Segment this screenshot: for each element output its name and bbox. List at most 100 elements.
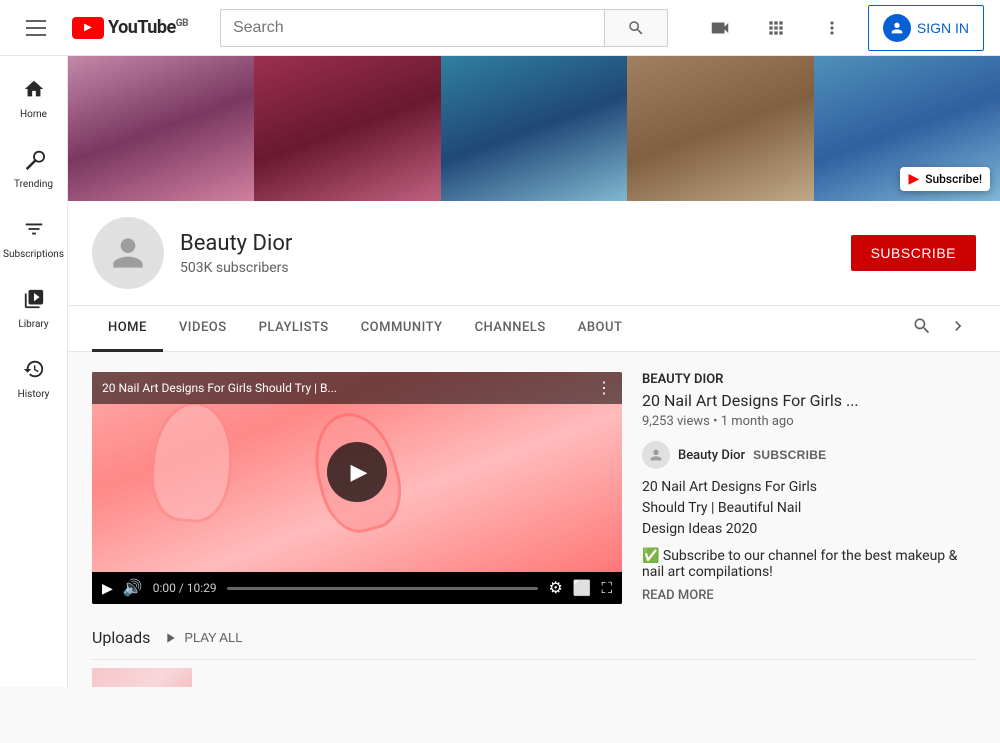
chevron-right-icon bbox=[948, 316, 968, 336]
video-title-overlay: 20 Nail Art Designs For Girls Should Try… bbox=[102, 381, 337, 395]
upload-thumbnail bbox=[92, 668, 192, 687]
search-form bbox=[220, 9, 668, 47]
video-meta: 9,253 views • 1 month ago bbox=[642, 414, 976, 429]
main-content: ▶ Subscribe! Beauty Dior 503K subscriber… bbox=[68, 56, 1000, 687]
nav-chevron-button[interactable] bbox=[940, 308, 976, 349]
play-triangle-icon: ▶ bbox=[351, 460, 368, 485]
sidebar: Home Trending Subscriptions Library Hist… bbox=[0, 56, 68, 687]
trending-icon bbox=[23, 148, 45, 175]
video-views: 9,253 views bbox=[642, 414, 710, 429]
tab-about[interactable]: ABOUT bbox=[562, 306, 639, 352]
featured-section: 20 Nail Art Designs For Girls Should Try… bbox=[92, 372, 976, 604]
content-area: 20 Nail Art Designs For Girls Should Try… bbox=[68, 352, 1000, 687]
library-icon bbox=[23, 288, 45, 315]
volume-button[interactable]: 🔊 bbox=[123, 578, 143, 598]
sidebar-item-home[interactable]: Home bbox=[0, 64, 67, 134]
video-channel-row: Beauty Dior SUBSCRIBE bbox=[642, 441, 976, 469]
video-subscribe-text: ✅ Subscribe to our channel for the best … bbox=[642, 548, 976, 580]
home-icon bbox=[23, 78, 45, 105]
header: YouTubeGB bbox=[0, 0, 1000, 56]
youtube-logo[interactable]: YouTubeGB bbox=[72, 17, 188, 39]
channel-banner: ▶ Subscribe! bbox=[68, 56, 1000, 201]
more-vert-icon bbox=[822, 18, 842, 38]
home-label: Home bbox=[20, 109, 47, 120]
video-more-button[interactable]: ⋮ bbox=[596, 378, 612, 398]
channel-info: Beauty Dior 503K subscribers SUBSCRIBE bbox=[68, 201, 1000, 306]
hamburger-menu[interactable] bbox=[16, 8, 56, 48]
yt-popup-icon: ▶ bbox=[908, 171, 919, 187]
read-more-link[interactable]: READ MORE bbox=[642, 588, 976, 603]
video-info-title[interactable]: 20 Nail Art Designs For Girls ... bbox=[642, 391, 976, 410]
sidebar-item-trending[interactable]: Trending bbox=[0, 134, 67, 204]
upload-item: The Most Beautiful Lipstick Shades and ⋮ bbox=[92, 659, 976, 687]
sign-in-avatar-icon bbox=[883, 14, 911, 42]
time-display: 0:00 / 10:29 bbox=[153, 581, 217, 595]
video-camera-icon bbox=[709, 17, 731, 39]
subscribe-popup[interactable]: ▶ Subscribe! bbox=[900, 167, 990, 191]
sidebar-item-library[interactable]: Library bbox=[0, 274, 67, 344]
youtube-logo-text: YouTubeGB bbox=[108, 17, 188, 38]
video-controls: ▶ 🔊 0:00 / 10:29 ⚙ ⬜ ⛶ bbox=[92, 572, 622, 604]
banner-segment-1 bbox=[68, 56, 254, 201]
hamburger-icon bbox=[26, 20, 46, 36]
header-left: YouTubeGB bbox=[16, 8, 188, 48]
header-right: SIGN IN bbox=[700, 5, 984, 51]
avatar-person-icon bbox=[106, 231, 150, 275]
tab-community[interactable]: COMMUNITY bbox=[345, 306, 459, 352]
video-description: 20 Nail Art Designs For Girls Should Try… bbox=[642, 477, 976, 540]
channel-subscribers: 503K subscribers bbox=[180, 260, 851, 276]
subscriptions-icon bbox=[23, 218, 45, 245]
uploads-header: Uploads PLAY ALL bbox=[92, 628, 976, 647]
tab-channels[interactable]: CHANNELS bbox=[459, 306, 562, 352]
grid-icon bbox=[766, 18, 786, 38]
sign-in-label: SIGN IN bbox=[917, 20, 969, 36]
sidebar-item-history[interactable]: History bbox=[0, 344, 67, 414]
search-icon bbox=[627, 19, 645, 37]
progress-bar[interactable] bbox=[227, 587, 539, 590]
upload-more-button[interactable]: ⋮ bbox=[950, 682, 976, 688]
banner-segment-3 bbox=[441, 56, 627, 201]
play-all-button[interactable]: PLAY ALL bbox=[162, 630, 242, 646]
sign-in-button[interactable]: SIGN IN bbox=[868, 5, 984, 51]
channel-nav: HOME VIDEOS PLAYLISTS COMMUNITY CHANNELS… bbox=[68, 306, 1000, 352]
video-channel-link[interactable]: Beauty Dior bbox=[678, 448, 745, 463]
uploads-section: Uploads PLAY ALL The Most Beautiful Lips… bbox=[92, 628, 976, 687]
apps-button[interactable] bbox=[756, 8, 796, 48]
fullscreen-button[interactable]: ⛶ bbox=[601, 580, 612, 597]
video-section-header: BEAUTY DIOR bbox=[642, 372, 976, 387]
sidebar-item-subscriptions[interactable]: Subscriptions bbox=[0, 204, 67, 274]
create-video-button[interactable] bbox=[700, 8, 740, 48]
play-all-icon bbox=[162, 630, 178, 646]
video-uploaded: 1 month ago bbox=[721, 414, 794, 429]
channel-search-button[interactable] bbox=[904, 308, 940, 349]
uploads-title: Uploads bbox=[92, 628, 150, 647]
search-button[interactable] bbox=[604, 9, 668, 47]
banner-segment-2 bbox=[254, 56, 440, 201]
video-info: BEAUTY DIOR 20 Nail Art Designs For Girl… bbox=[642, 372, 976, 604]
play-button[interactable]: ▶ bbox=[327, 442, 387, 502]
youtube-logo-icon bbox=[72, 17, 104, 39]
banner-segment-4 bbox=[627, 56, 813, 201]
subscribe-popup-text: Subscribe! bbox=[925, 172, 982, 186]
history-icon bbox=[23, 358, 45, 385]
play-pause-button[interactable]: ▶ bbox=[102, 580, 113, 597]
miniplayer-button[interactable]: ⬜ bbox=[573, 579, 592, 597]
history-label: History bbox=[18, 389, 50, 400]
channel-subscribe-button[interactable]: SUBSCRIBE bbox=[851, 235, 976, 271]
search-input[interactable] bbox=[220, 9, 604, 47]
video-player[interactable]: 20 Nail Art Designs For Girls Should Try… bbox=[92, 372, 622, 604]
subscriptions-label: Subscriptions bbox=[3, 249, 64, 260]
video-thumbnail: 20 Nail Art Designs For Girls Should Try… bbox=[92, 372, 622, 572]
nav-search-icon bbox=[912, 316, 932, 336]
video-channel-avatar bbox=[642, 441, 670, 469]
more-options-button[interactable] bbox=[812, 8, 852, 48]
video-subscribe-button[interactable]: SUBSCRIBE bbox=[753, 448, 826, 462]
settings-button[interactable]: ⚙ bbox=[548, 578, 562, 598]
trending-label: Trending bbox=[14, 179, 53, 190]
tab-videos[interactable]: VIDEOS bbox=[163, 306, 243, 352]
library-label: Library bbox=[18, 319, 48, 330]
tab-home[interactable]: HOME bbox=[92, 306, 163, 352]
channel-details: Beauty Dior 503K subscribers bbox=[180, 231, 851, 276]
tab-playlists[interactable]: PLAYLISTS bbox=[243, 306, 345, 352]
channel-avatar bbox=[92, 217, 164, 289]
